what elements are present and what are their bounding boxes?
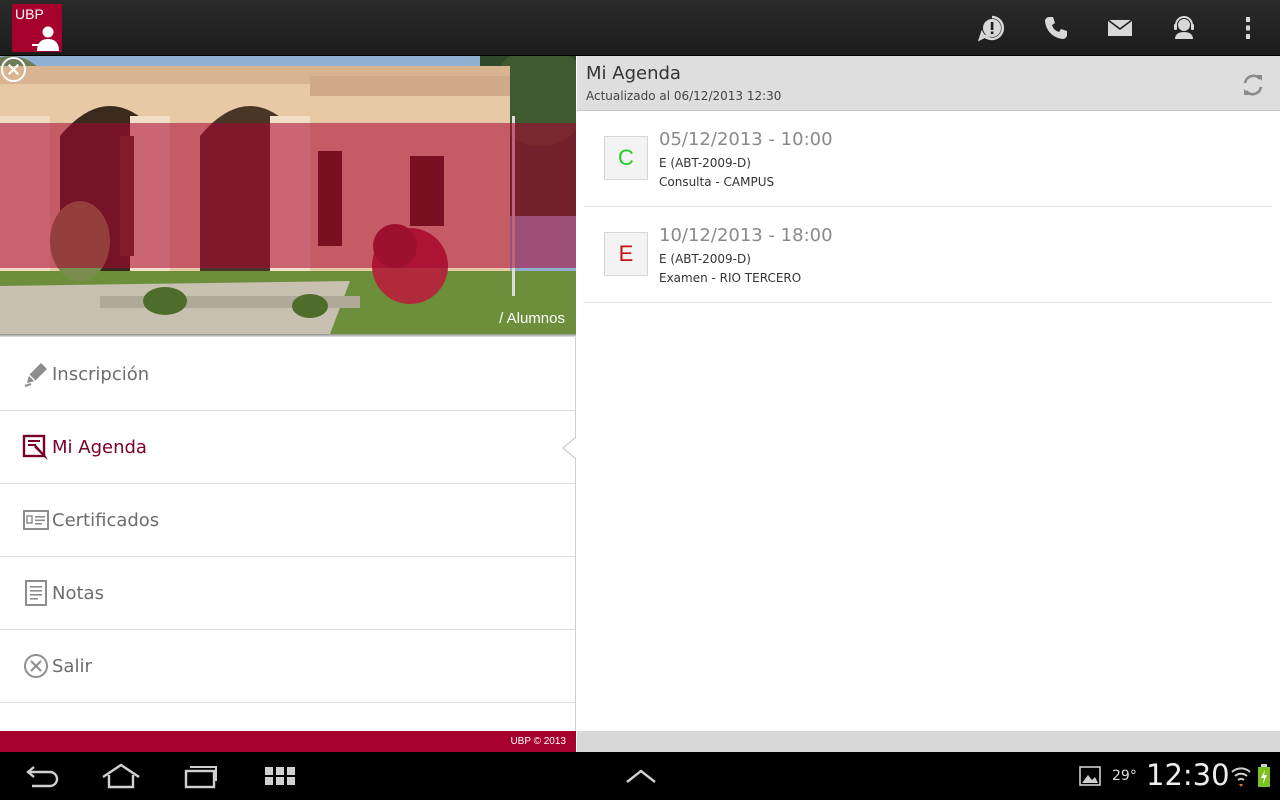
menu-item-inscripcion[interactable]: Inscripción — [0, 338, 575, 411]
overflow-menu-icon[interactable] — [1232, 12, 1264, 44]
system-bar: 29° 12:30 — [0, 752, 1280, 800]
alert-icon[interactable] — [976, 12, 1008, 44]
notes-icon — [22, 579, 50, 607]
event-description: Examen - RIO TERCERO — [659, 271, 802, 285]
hero-caption: / Alumnos — [499, 310, 565, 327]
home-icon[interactable] — [100, 760, 142, 792]
hero-overlay-band — [0, 123, 576, 268]
quick-panel-chevron-icon[interactable] — [624, 760, 658, 792]
clock: 12:30 — [1146, 758, 1230, 792]
event-datetime: 10/12/2013 - 18:00 — [659, 225, 833, 246]
navigation-drawer: / Alumnos Inscripción Mi Agenda Certific… — [0, 56, 576, 752]
agenda-header: Mi Agenda Actualizado al 06/12/2013 12:3… — [577, 56, 1280, 111]
menu-item-label: Inscripción — [52, 363, 150, 385]
agenda-list: C 05/12/2013 - 10:00 E (ABT-2009-D) Cons… — [584, 111, 1272, 303]
agenda-footer — [577, 731, 1280, 752]
event-type-badge: C — [604, 136, 648, 180]
campus-hero-image: / Alumnos — [0, 56, 576, 334]
gallery-notification-icon — [1078, 760, 1102, 792]
menu-item-label: Certificados — [52, 509, 160, 531]
menu-item-label: Mi Agenda — [52, 436, 147, 458]
menu-item-salir[interactable]: Salir — [0, 630, 575, 703]
hero-divider — [0, 334, 576, 337]
menu-item-mi-agenda[interactable]: Mi Agenda — [0, 411, 575, 484]
menu-item-notas[interactable]: Notas — [0, 557, 575, 630]
event-code: E (ABT-2009-D) — [659, 156, 751, 170]
close-drawer-icon[interactable] — [0, 56, 27, 83]
screen: UBP / Alumnos Inscripción Mi Agenda Cert… — [0, 0, 1280, 800]
event-description: Consulta - CAMPUS — [659, 175, 775, 189]
app-grid-icon[interactable] — [262, 760, 298, 792]
last-updated-text: Actualizado al 06/12/2013 12:30 — [586, 89, 782, 103]
agenda-item[interactable]: C 05/12/2013 - 10:00 E (ABT-2009-D) Cons… — [584, 111, 1272, 207]
exit-icon — [22, 652, 50, 680]
back-icon[interactable] — [22, 760, 62, 792]
ubp-logo[interactable]: UBP — [12, 4, 62, 52]
event-code: E (ABT-2009-D) — [659, 252, 751, 266]
refresh-icon[interactable] — [1239, 71, 1267, 99]
wifi-icon — [1230, 760, 1252, 792]
logo-text: UBP — [15, 6, 44, 22]
menu-item-label: Salir — [52, 655, 92, 677]
phone-icon[interactable] — [1040, 12, 1072, 44]
mail-icon[interactable] — [1104, 12, 1136, 44]
event-datetime: 05/12/2013 - 10:00 — [659, 129, 833, 150]
recent-apps-icon[interactable] — [180, 760, 220, 792]
certificate-icon — [22, 506, 50, 534]
page-title: Mi Agenda — [586, 63, 681, 84]
menu-item-label: Notas — [52, 582, 104, 604]
student-icon — [32, 26, 59, 51]
temperature-text: 29° — [1112, 768, 1137, 784]
badge-letter: C — [618, 145, 634, 170]
event-type-badge: E — [604, 232, 648, 276]
badge-letter: E — [618, 241, 634, 266]
drawer-footer: UBP © 2013 — [0, 731, 576, 752]
support-agent-icon[interactable] — [1168, 12, 1200, 44]
menu-item-certificados[interactable]: Certificados — [0, 484, 575, 557]
battery-charging-icon — [1256, 760, 1272, 792]
agenda-icon — [22, 433, 50, 461]
pencil-icon — [22, 360, 50, 388]
agenda-panel: Mi Agenda Actualizado al 06/12/2013 12:3… — [577, 56, 1280, 752]
agenda-item[interactable]: E 10/12/2013 - 18:00 E (ABT-2009-D) Exam… — [584, 207, 1272, 303]
drawer-menu: Inscripción Mi Agenda Certificados Notas… — [0, 338, 575, 703]
action-bar: UBP — [0, 0, 1280, 56]
